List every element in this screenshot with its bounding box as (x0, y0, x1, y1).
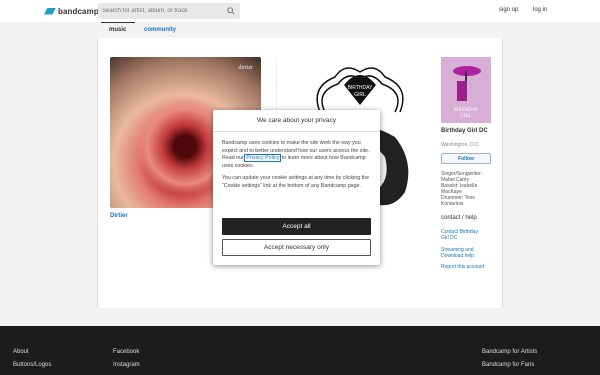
logo-text: bandcamp (58, 6, 99, 16)
footer-link-bandcamp-fans[interactable]: Bandcamp for Fans (482, 362, 534, 368)
album-cover-text: dirtier (238, 65, 253, 71)
artist-photo[interactable]: BIRTHDAY GIRL (441, 57, 491, 123)
search-input[interactable] (98, 3, 218, 19)
artist-tabs: music community (97, 22, 503, 38)
report-account-link[interactable]: Report this account (441, 264, 501, 270)
top-header: bandcamp sign up log in (0, 0, 600, 22)
dialog-body: Bandcamp uses cookies to make the site w… (213, 132, 380, 190)
accept-all-button[interactable]: Accept all (222, 218, 371, 235)
artist-bio: Singer/Songwriter: Mabel Canty Bassist: … (441, 171, 496, 207)
bandcamp-logo-icon (44, 7, 56, 15)
dialog-title: We care about your privacy (213, 110, 380, 132)
svg-text:GIRL: GIRL (354, 92, 366, 98)
album-title-dirtier[interactable]: Dirtier (110, 213, 128, 219)
streaming-help-link[interactable]: Streaming and Download help (441, 247, 501, 259)
footer-link-about[interactable]: About (13, 349, 29, 355)
privacy-policy-link[interactable]: Privacy Policy (244, 154, 282, 162)
search-icon[interactable] (227, 7, 235, 15)
accept-necessary-button[interactable]: Accept necessary only (222, 239, 371, 256)
svg-text:BIRTHDAY: BIRTHDAY (453, 108, 478, 113)
contact-help-heading: contact / help (441, 215, 477, 221)
footer-link-bandcamp-artists[interactable]: Bandcamp for Artists (482, 349, 537, 355)
svg-text:BIRTHDAY: BIRTHDAY (348, 85, 373, 91)
log-in-link[interactable]: log in (533, 7, 547, 13)
artist-name: Birthday Girl DC (441, 128, 488, 134)
search-box[interactable] (98, 3, 240, 19)
artist-location: Washington, D.C. (441, 142, 480, 148)
contact-artist-link[interactable]: Contact Birthday Girl DC (441, 229, 501, 241)
bio-line: Kontarinis (441, 201, 464, 207)
bandcamp-logo[interactable]: bandcamp (44, 5, 99, 17)
cookie-info-paragraph: Bandcamp uses cookies to make the site w… (222, 140, 371, 170)
cookie-settings-paragraph: You can update your cookie settings at a… (222, 175, 370, 189)
svg-text:GIRL: GIRL (460, 114, 472, 119)
link-line: Report this account (441, 264, 485, 270)
link-line: Girl DC (441, 235, 458, 241)
footer-link-instagram[interactable]: Instagram (113, 362, 140, 368)
follow-button[interactable]: Follow (441, 153, 491, 164)
cookie-consent-dialog: We care about your privacy Bandcamp uses… (213, 110, 380, 265)
active-tab-indicator (101, 22, 135, 23)
tab-community[interactable]: community (144, 27, 176, 33)
link-line: Download help (441, 253, 475, 259)
footer-link-buttons-logos[interactable]: Buttons/Logos (13, 362, 51, 368)
sign-up-link[interactable]: sign up (499, 7, 518, 13)
footer-link-facebook[interactable]: Facebook (113, 349, 139, 355)
tab-music[interactable]: music (109, 27, 126, 33)
site-footer: About Buttons/Logos Facebook Instagram B… (0, 326, 600, 375)
